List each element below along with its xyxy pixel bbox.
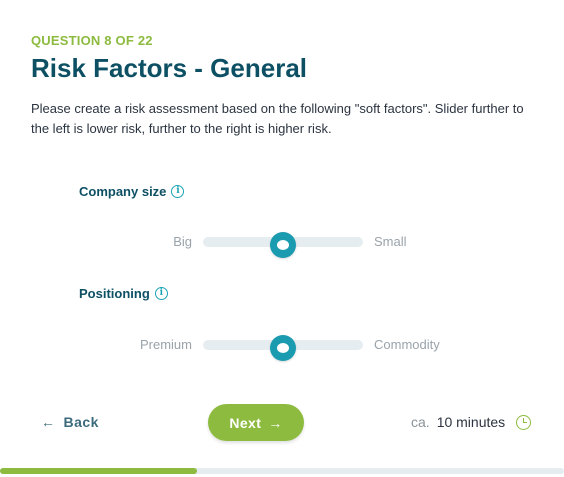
slider-thumb[interactable] bbox=[270, 335, 296, 361]
time-value: 10 minutes bbox=[436, 414, 506, 430]
progress-track bbox=[0, 468, 564, 474]
slider-track[interactable] bbox=[203, 232, 363, 258]
slider-right-label: Commodity bbox=[374, 337, 440, 352]
slider-right-label: Small bbox=[374, 234, 407, 249]
slider-left-label: Premium bbox=[139, 337, 192, 352]
slider-track[interactable] bbox=[203, 335, 363, 361]
time-estimate: ca. 10 minutes bbox=[411, 414, 532, 430]
next-button[interactable]: Next → bbox=[208, 404, 304, 441]
arrow-right-icon: → bbox=[268, 414, 283, 431]
slider-row-positioning: Premium Commodity bbox=[0, 330, 564, 361]
arrow-left-icon: ← bbox=[41, 414, 56, 430]
back-button[interactable]: ← Back bbox=[41, 414, 99, 430]
factor-label-positioning: Positioning i bbox=[79, 286, 168, 301]
next-button-label: Next bbox=[229, 414, 262, 431]
info-icon[interactable]: i bbox=[154, 287, 168, 300]
time-prefix: ca. bbox=[411, 414, 430, 430]
factor-label-company-size: Company size i bbox=[79, 184, 185, 199]
factor-label-text: Company size bbox=[79, 184, 167, 199]
page-title: Risk Factors - General bbox=[31, 53, 307, 83]
slider-row-company-size: Big Small bbox=[0, 227, 564, 258]
slider-thumb-center bbox=[277, 343, 289, 353]
slider-left-label: Big bbox=[173, 234, 192, 249]
slider-thumb-center bbox=[277, 240, 289, 250]
back-button-label: Back bbox=[63, 414, 99, 430]
slider-thumb[interactable] bbox=[270, 232, 296, 258]
factor-label-text: Positioning bbox=[79, 286, 150, 301]
info-icon[interactable]: i bbox=[171, 185, 185, 198]
clock-icon bbox=[516, 414, 532, 430]
question-description: Please create a risk assessment based on… bbox=[31, 101, 524, 136]
progress-fill bbox=[0, 468, 198, 474]
progress-label: QUESTION 8 OF 22 bbox=[31, 33, 153, 48]
